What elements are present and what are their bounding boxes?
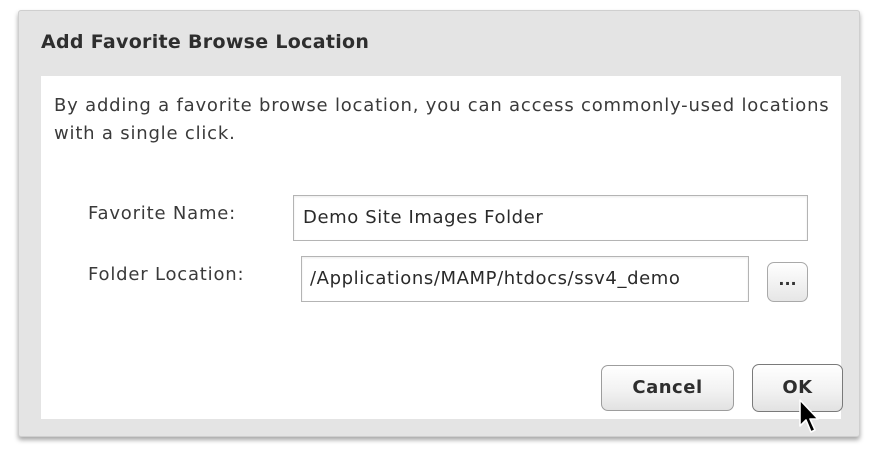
favorite-name-label: Favorite Name: <box>88 203 237 224</box>
favorite-name-input[interactable]: Demo Site Images Folder <box>293 195 808 241</box>
folder-location-label: Folder Location: <box>88 264 245 285</box>
add-favorite-dialog: Add Favorite Browse Location By adding a… <box>18 10 860 437</box>
arrow-cursor-icon <box>799 399 819 433</box>
cancel-button[interactable]: Cancel <box>601 365 734 411</box>
dialog-content: By adding a favorite browse location, yo… <box>41 76 843 419</box>
dialog-description: By adding a favorite browse location, yo… <box>54 95 830 144</box>
dialog-title: Add Favorite Browse Location <box>41 31 370 53</box>
folder-location-input[interactable]: /Applications/MAMP/htdocs/ssv4_demo <box>301 256 749 302</box>
browse-folder-button[interactable]: ... <box>767 262 808 302</box>
